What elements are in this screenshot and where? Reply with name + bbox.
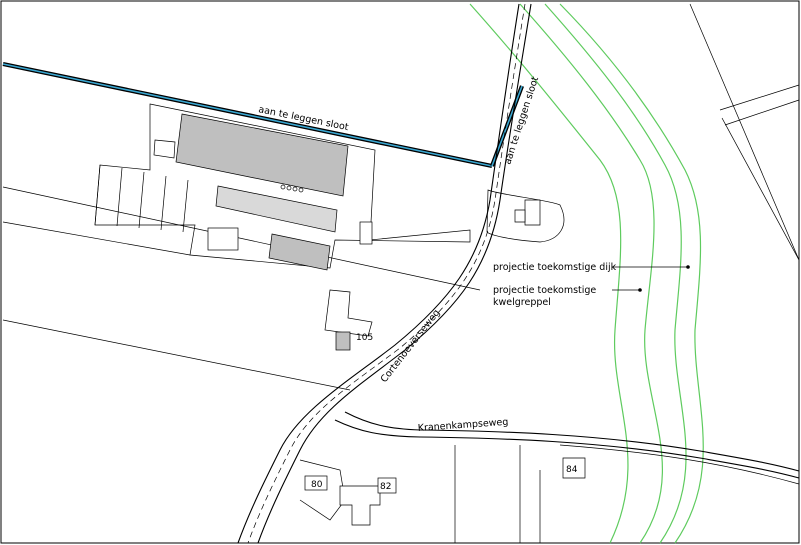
label-kwelgreppel-1: projectie toekomstige xyxy=(493,285,596,296)
barn-middle xyxy=(215,185,338,233)
road-cortenoeverseweg xyxy=(237,3,532,544)
silos xyxy=(94,164,189,233)
label-dijk: projectie toekomstige dijk xyxy=(493,262,617,273)
house-number-105: 105 xyxy=(356,333,373,343)
house-number-82: 82 xyxy=(380,482,391,492)
map: 105 80 82 84 aan te leggen sloot aan te … xyxy=(0,0,801,545)
field-boundaries xyxy=(2,3,800,391)
east-parcels xyxy=(719,84,800,261)
east-farmstead xyxy=(486,189,565,243)
map-frame xyxy=(0,0,800,544)
dike-contours xyxy=(469,3,704,544)
house-105: 105 xyxy=(324,289,373,351)
map-canvas: 105 80 82 84 aan te leggen sloot aan te … xyxy=(0,0,800,544)
house-number-84: 84 xyxy=(566,465,578,475)
house-number-80: 80 xyxy=(311,480,323,490)
label-kwelgreppel-2: kwelgreppel xyxy=(493,297,551,308)
label-cortenoeverseweg: Cortenoeverseweg xyxy=(379,308,443,385)
shed-grey xyxy=(268,233,331,271)
village-south: 80 82 84 xyxy=(299,445,586,543)
farm-yard xyxy=(94,103,471,271)
